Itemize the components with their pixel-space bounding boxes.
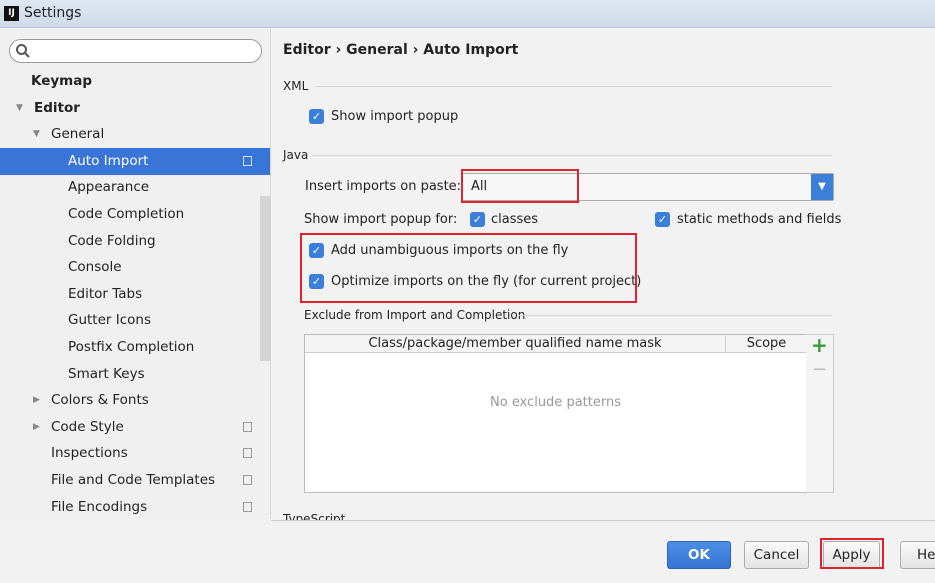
sidebar-item-code-style[interactable]: ▶ Code Style [0,414,270,441]
sidebar-item-console[interactable]: Console [0,254,270,281]
search-icon [16,44,30,58]
breadcrumb-separator: › [335,42,342,58]
sidebar-item-keymap[interactable]: Keymap [0,68,270,95]
project-copy-icon [243,155,252,166]
empty-table-message: No exclude patterns [490,395,621,410]
sidebar-item-appearance[interactable]: Appearance [0,174,270,201]
sidebar-item-label: Gutter Icons [68,312,152,329]
sidebar-item-postfix-completion[interactable]: Postfix Completion [0,334,270,361]
project-copy-icon [243,475,252,485]
help-button[interactable]: Help [900,541,935,569]
table-header: Class/package/member qualified name mask… [305,335,806,353]
ok-button[interactable]: OK [667,541,731,569]
exclude-table[interactable]: Class/package/member qualified name mask… [304,334,807,493]
window-title: Settings [24,5,82,21]
breadcrumb-editor: Editor [283,42,331,58]
divider [518,315,832,316]
sidebar-item-auto-import[interactable]: Auto Import [0,147,270,175]
sidebar-item-label: Appearance [68,179,150,196]
highlight-box [820,538,884,569]
project-copy-icon [243,421,252,432]
sidebar-item-label: Editor [34,99,80,116]
static-methods-checkbox[interactable]: ✓ [655,212,670,227]
breadcrumb: Editor › General › Auto Import [283,42,518,58]
sidebar-scrollbar[interactable] [260,196,270,361]
sidebar-item-editor-tabs[interactable]: Editor Tabs [0,281,270,308]
sidebar-item-label: Keymap [31,73,93,89]
classes-checkbox[interactable]: ✓ [470,212,485,227]
expanded-arrow-icon[interactable]: ▼ [33,121,40,148]
sidebar-item-file-and-code-templates[interactable]: File and Code Templates [0,467,270,494]
sidebar-item-label: Smart Keys [68,365,145,382]
breadcrumb-auto-import: Auto Import [423,42,519,58]
sidebar-item-code-folding[interactable]: Code Folding [0,228,270,255]
sidebar-item-colors-fonts[interactable]: ▶ Colors & Fonts [0,387,270,414]
classes-label: classes [491,212,539,227]
sidebar-item-gutter-icons[interactable]: Gutter Icons [0,307,270,334]
search-input[interactable] [9,39,262,63]
table-toolbar: + − [806,333,834,493]
divider [315,86,832,87]
highlight-box [300,233,637,303]
java-section-label: Java [283,148,309,162]
exclude-section-label: Exclude from Import and Completion [304,308,526,322]
cancel-button[interactable]: Cancel [744,541,809,569]
sidebar-item-label: Inspections [51,445,128,462]
sidebar-item-label: Auto Import [68,152,149,169]
breadcrumb-general: General [346,42,408,58]
footer-divider [271,520,935,521]
intellij-icon: IJ [4,6,19,21]
insert-imports-label: Insert imports on paste: [305,179,462,194]
typescript-section-label: TypeScript [283,512,346,520]
chevron-down-icon[interactable]: ▼ [811,174,833,200]
title-bar: IJ Settings [0,0,935,28]
sidebar-item-label: File and Code Templates [51,472,216,488]
sidebar-item-inspections[interactable]: Inspections [0,440,270,467]
expanded-arrow-icon[interactable]: ▼ [16,95,23,122]
sidebar-item-code-completion[interactable]: Code Completion [0,201,270,228]
sidebar-item-label: Code Folding [68,232,156,249]
column-header-scope[interactable]: Scope [727,336,806,351]
static-methods-label: static methods and fields [677,212,842,227]
breadcrumb-separator: › [412,42,419,58]
sidebar-item-file-encodings[interactable]: File Encodings [0,494,270,521]
sidebar-item-general[interactable]: ▼ General [0,121,270,148]
sidebar-item-label: File Encodings [51,498,148,515]
divider [312,155,832,156]
xml-section-label: XML [283,79,309,93]
remove-icon[interactable]: − [812,359,827,380]
show-import-popup-label: Show import popup [331,109,459,124]
sidebar-item-smart-keys[interactable]: Smart Keys [0,361,270,388]
sidebar-item-label: Console [68,259,122,276]
sidebar-item-label: Code Completion [68,206,185,222]
sidebar-item-label: General [51,126,105,143]
show-popup-for-label: Show import popup for: [304,212,458,227]
project-copy-icon [243,448,252,459]
add-icon[interactable]: + [811,333,828,357]
column-header-mask[interactable]: Class/package/member qualified name mask [305,336,726,352]
sidebar-item-label: Postfix Completion [68,339,195,355]
highlight-box [461,169,579,203]
project-copy-icon [243,501,252,512]
show-import-popup-checkbox[interactable]: ✓ [309,109,324,124]
collapsed-arrow-icon[interactable]: ▶ [33,387,40,414]
collapsed-arrow-icon[interactable]: ▶ [33,414,40,441]
sidebar-item-label: Colors & Fonts [51,392,149,409]
sidebar-item-label: Code Style [51,418,124,435]
sidebar-item-editor[interactable]: ▼ Editor [0,95,270,122]
sidebar-item-label: Editor Tabs [68,285,143,302]
